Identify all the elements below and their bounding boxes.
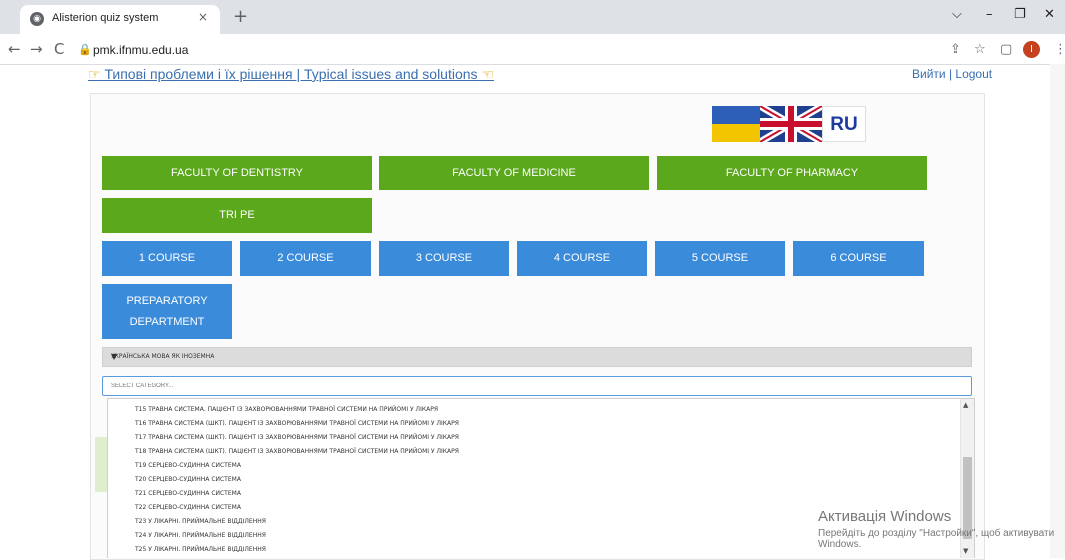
windows-activation-watermark: Активація Windows Перейдіть до розділу "… — [818, 508, 1065, 550]
typical-issues-label: Типові проблеми і їх рішення | Typical i… — [104, 66, 478, 82]
logout-link[interactable]: Вийти | Logout — [912, 67, 992, 81]
tab-title: Alisterion quiz system — [52, 12, 159, 24]
ukrainian-flag-icon[interactable] — [712, 106, 760, 142]
sidepanel-icon[interactable]: ▢ — [1000, 42, 1012, 57]
activation-title: Активація Windows — [818, 508, 952, 525]
typical-issues-link[interactable]: ☞ Типові проблеми і їх рішення | Typical… — [88, 66, 494, 83]
list-item[interactable]: T21 СЕРЦЕВО-СУДИННА СИСТЕМА — [135, 490, 241, 497]
list-item[interactable]: T23 У ЛІКАРНІ. ПРИЙМАЛЬНЕ ВІДДІЛЕННЯ — [135, 518, 266, 525]
course-1-button[interactable]: 1 COURSE — [102, 241, 232, 276]
list-item[interactable]: T15 ТРАВНА СИСТЕМА. ПАЦІЄНТ ІЗ ЗАХВОРЮВА… — [135, 406, 438, 413]
course-4-button[interactable]: 4 COURSE — [517, 241, 647, 276]
course-5-button[interactable]: 5 COURSE — [655, 241, 785, 276]
list-item[interactable]: T24 У ЛІКАРНІ. ПРИЙМАЛЬНЕ ВІДДІЛЕННЯ — [135, 532, 266, 539]
faculty-medicine-button[interactable]: FACULTY OF MEDICINE — [379, 156, 649, 190]
list-item[interactable]: T25 У ЛІКАРНІ. ПРИЙМАЛЬНЕ ВІДДІЛЕННЯ — [135, 546, 266, 553]
hand-pointing-icon: ☞ — [88, 66, 101, 82]
subject-select[interactable]: УКРАЇНСЬКА МОВА ЯК ІНОЗЕМНА ▼ — [102, 347, 972, 367]
menu-dots-icon[interactable]: ⋮ — [1054, 42, 1065, 57]
minimize-button[interactable]: – — [986, 7, 993, 22]
scroll-up-icon[interactable]: ▲ — [963, 401, 968, 409]
tab-close-icon[interactable]: × — [198, 10, 208, 24]
russian-language-button[interactable]: RU — [822, 106, 866, 142]
list-item[interactable]: T20 СЕРЦЕВО-СУДИННА СИСТЕМА — [135, 476, 241, 483]
url-field[interactable]: pmk.ifnmu.edu.ua — [93, 43, 188, 57]
notice-strip — [95, 437, 107, 492]
list-item[interactable]: T18 ТРАВНА СИСТЕМА (ШКТ). ПАЦІЄНТ ІЗ ЗАХ… — [135, 448, 459, 455]
preparatory-department-button[interactable]: PREPARATORY DEPARTMENT — [102, 284, 232, 339]
faculty-dentistry-button[interactable]: FACULTY OF DENTISTRY — [102, 156, 372, 190]
new-tab-button[interactable]: + — [233, 6, 248, 27]
forward-icon[interactable]: → — [30, 40, 43, 58]
course-2-button[interactable]: 2 COURSE — [240, 241, 371, 276]
share-icon[interactable]: ⇪ — [950, 42, 961, 57]
avatar[interactable]: I — [1023, 41, 1040, 58]
list-item[interactable]: T19 СЕРЦЕВО-СУДИННА СИСТЕМА — [135, 462, 241, 469]
list-item[interactable]: T17 ТРАВНА СИСТЕМА (ШКТ). ПАЦІЄНТ ІЗ ЗАХ… — [135, 434, 459, 441]
faculty-tri-pe-button[interactable]: TRI PE — [102, 198, 372, 233]
faculty-pharmacy-button[interactable]: FACULTY OF PHARMACY — [657, 156, 927, 190]
category-search-input[interactable] — [102, 376, 972, 396]
back-icon[interactable]: ← — [8, 40, 21, 58]
english-flag-icon[interactable] — [760, 106, 822, 142]
course-3-button[interactable]: 3 COURSE — [379, 241, 509, 276]
globe-icon: ◉ — [30, 12, 44, 26]
list-item[interactable]: T16 ТРАВНА СИСТЕМА (ШКТ). ПАЦІЄНТ ІЗ ЗАХ… — [135, 420, 459, 427]
lock-icon[interactable]: 🔒 — [78, 43, 92, 56]
browser-tab[interactable]: ◉ Alisterion quiz system × — [20, 5, 220, 34]
course-6-button[interactable]: 6 COURSE — [793, 241, 924, 276]
list-item[interactable]: T22 СЕРЦЕВО-СУДИННА СИСТЕМА — [135, 504, 241, 511]
tab-search-icon[interactable]: ⌵ — [952, 7, 962, 22]
star-icon[interactable]: ☆ — [974, 42, 986, 57]
reload-icon[interactable]: C — [54, 40, 64, 58]
restore-button[interactable]: ❐ — [1014, 7, 1026, 22]
chevron-down-icon: ▼ — [111, 352, 118, 361]
browser-tab-strip: ◉ Alisterion quiz system × + ⌵ – ❐ ✕ — [0, 0, 1065, 34]
address-bar: ← → C 🔒 pmk.ifnmu.edu.ua ⇪ ☆ ▢ I ⋮ — [0, 34, 1065, 65]
page-scrollbar[interactable] — [1050, 64, 1065, 558]
hand-pointing-icon: ☜ — [481, 66, 494, 82]
activation-subtitle: Перейдіть до розділу "Настройки", щоб ак… — [818, 528, 1055, 550]
close-window-button[interactable]: ✕ — [1044, 7, 1055, 22]
